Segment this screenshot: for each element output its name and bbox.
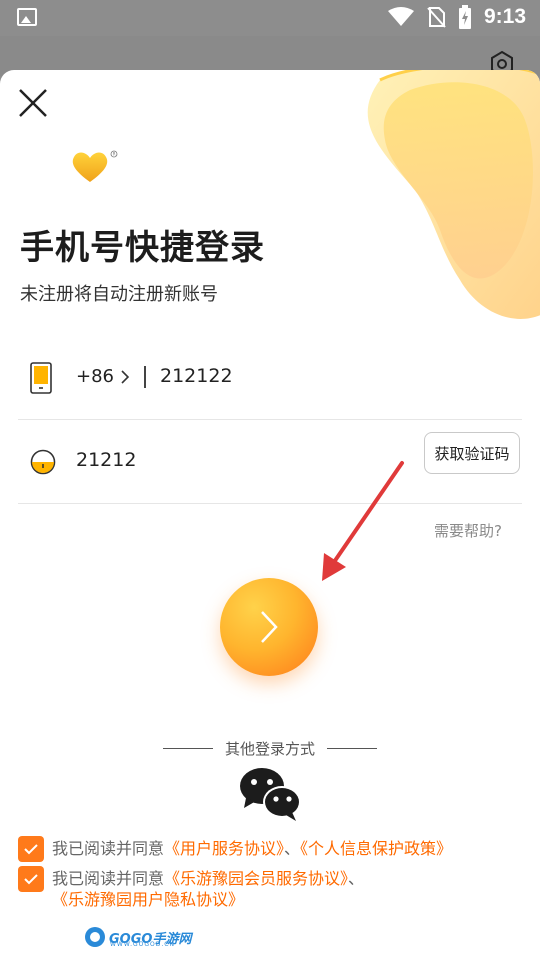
divider-line <box>162 748 213 749</box>
code-input[interactable]: 21212 <box>76 449 136 471</box>
lock-icon <box>30 449 56 475</box>
other-login-divider: 其他登录方式 <box>0 738 540 759</box>
chevron-right-icon <box>261 611 278 643</box>
agreement-checkbox-1[interactable] <box>18 836 44 862</box>
divider-line <box>327 748 377 749</box>
app-logo: R <box>72 150 118 182</box>
annotation-arrow <box>322 461 404 581</box>
agreement-checkbox-2[interactable] <box>18 866 44 892</box>
wechat-login-icon[interactable] <box>238 766 302 822</box>
gallery-icon <box>17 8 37 26</box>
phone-input[interactable]: 212122 <box>160 365 233 387</box>
get-code-button[interactable]: 获取验证码 <box>424 432 520 474</box>
status-time: 9:13 <box>483 5 526 28</box>
member-service-agreement-link[interactable]: 《乐游豫园会员服务协议》 <box>164 869 348 888</box>
check-icon <box>24 844 38 855</box>
login-sheet: R 手机号快捷登录 未注册将自动注册新账号 +86 212122 21212 获… <box>0 70 540 960</box>
svg-text:R: R <box>113 152 116 157</box>
help-link[interactable]: 需要帮助? <box>434 520 502 541</box>
decorative-blob <box>367 70 540 319</box>
country-code-label: +86 <box>76 366 114 387</box>
watermark: GOGO手游网 WWW.GOGOD.CN <box>84 926 191 948</box>
battery-charging-icon <box>458 5 471 29</box>
check-icon <box>24 874 38 885</box>
wifi-icon <box>387 7 414 26</box>
privacy-policy-link[interactable]: 《个人信息保护政策》 <box>300 839 452 858</box>
close-button[interactable] <box>16 86 50 120</box>
other-login-label: 其他登录方式 <box>224 740 315 758</box>
watermark-logo-icon <box>85 927 105 947</box>
country-code-selector[interactable]: +86 <box>76 366 130 387</box>
agreement-separator: 、 <box>348 869 365 888</box>
verification-code-field: 21212 获取验证码 <box>18 420 522 504</box>
field-divider <box>144 366 146 388</box>
agreement-prefix: 我已阅读并同意 <box>52 839 165 858</box>
watermark-subtext: WWW.GOGOD.CN <box>110 941 175 948</box>
login-submit-button[interactable] <box>220 578 318 676</box>
user-privacy-agreement-link[interactable]: 《乐游豫园用户隐私协议》 <box>52 890 244 909</box>
page-subtitle: 未注册将自动注册新账号 <box>20 284 218 305</box>
agreement-separator: 、 <box>284 839 301 858</box>
status-bar: 9:13 <box>0 0 540 36</box>
phone-field: +86 212122 <box>18 336 522 420</box>
user-service-agreement-link[interactable]: 《用户服务协议》 <box>164 839 284 858</box>
chevron-right-icon <box>121 369 130 384</box>
page-title: 手机号快捷登录 <box>20 228 265 268</box>
no-sim-icon <box>427 7 446 28</box>
phone-icon <box>30 362 52 394</box>
agreement-prefix: 我已阅读并同意 <box>52 869 165 888</box>
